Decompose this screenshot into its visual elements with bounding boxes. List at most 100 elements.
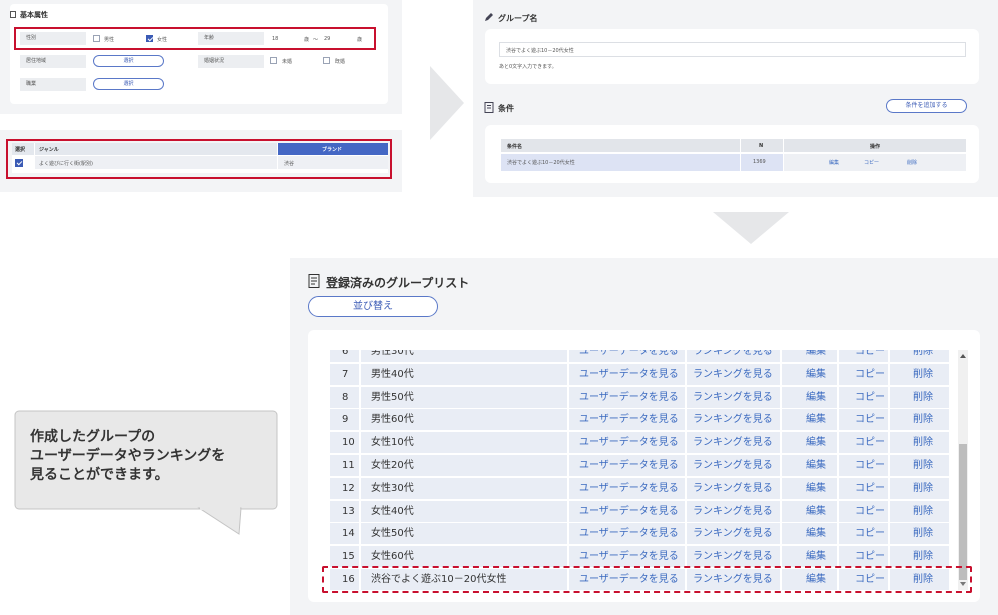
ranking-link-cell: ランキングを見る [687,386,781,409]
row-number: 13 [342,505,355,517]
user-data-link[interactable]: ユーザーデータを見る [579,387,679,409]
user-data-link-cell: ユーザーデータを見る [569,363,686,386]
edit-link-cell: 編集 [782,546,838,568]
cond-copy-link[interactable]: コピー [864,159,879,166]
row-name: 男性50代 [371,391,414,403]
delete-link[interactable]: 削除 [913,478,933,500]
user-data-link[interactable]: ユーザーデータを見る [579,478,679,500]
unmarried-checkbox[interactable] [270,57,277,64]
occupation-select-button[interactable]: 選択 [93,78,164,90]
ranking-link-cell: ランキングを見る [687,500,781,523]
row-name: 女性20代 [371,460,414,471]
copy-link[interactable]: コピー [855,432,885,454]
edit-link-cell: 編集 [782,386,838,409]
edit-link[interactable]: 編集 [806,387,826,409]
delete-link[interactable]: 削除 [913,364,933,386]
user-data-link[interactable]: ユーザーデータを見る [579,501,679,523]
user-data-link[interactable]: ユーザーデータを見る [579,432,679,454]
edit-link[interactable]: 編集 [806,501,826,523]
unmarried-label: 未婚 [282,59,293,65]
ranking-link[interactable]: ランキングを見る [693,546,773,568]
delete-link[interactable]: 削除 [913,523,933,545]
delete-link[interactable]: 削除 [913,387,933,409]
married-checkbox[interactable] [323,57,330,64]
ranking-link[interactable]: ランキングを見る [693,364,773,386]
edit-link-cell: 編集 [782,500,838,523]
copy-link[interactable]: コピー [855,455,885,477]
ranking-link-cell: ランキングを見る [687,546,781,568]
delete-link-cell: 削除 [890,363,950,386]
copy-link-cell: コピー [839,477,889,500]
edit-link[interactable]: 編集 [806,455,826,477]
copy-link[interactable]: コピー [855,546,885,568]
delete-link-cell: 削除 [890,523,950,545]
edit-link[interactable]: 編集 [806,478,826,500]
ranking-link[interactable]: ランキングを見る [693,387,773,409]
list-item: 14 女性50代 ユーザーデータを見る ランキングを見る 編集 コピー 削除 [330,523,950,545]
edit-link-cell: 編集 [782,432,838,454]
user-data-link[interactable]: ユーザーデータを見る [579,546,679,568]
region-select-button[interactable]: 選択 [93,55,164,67]
row-name-cell: 男性40代 [361,363,568,385]
row-name: 女性30代 [371,482,414,494]
copy-link[interactable]: コピー [855,478,885,500]
user-data-link[interactable]: ユーザーデータを見る [579,409,679,431]
group-name-input[interactable]: 渋谷でよく遊ぶ10－20代女性 [499,42,966,57]
copy-link[interactable]: コピー [855,409,885,431]
ranking-link[interactable]: ランキングを見る [693,501,773,523]
region-label: 居住地域 [20,55,86,68]
ranking-link[interactable]: ランキングを見る [693,523,773,545]
ranking-link-cell: ランキングを見る [687,477,781,500]
user-data-link[interactable]: ユーザーデータを見る [579,523,679,545]
row-number: 8 [342,391,349,403]
add-condition-button[interactable]: 条件を追加する [886,99,967,113]
section-title: 基本属性 [20,11,48,19]
row-number-cell: 8 [330,386,360,408]
edit-link[interactable]: 編集 [806,523,826,545]
delete-link[interactable]: 削除 [913,501,933,523]
edit-link[interactable]: 編集 [806,546,826,568]
user-data-link-cell: ユーザーデータを見る [569,386,686,409]
row-number: 12 [342,482,355,494]
delete-link[interactable]: 削除 [913,432,933,454]
scrollbar[interactable] [958,350,968,590]
cond-delete-link[interactable]: 削除 [907,159,917,166]
pencil-icon [485,13,493,21]
delete-link[interactable]: 削除 [913,455,933,477]
ranking-link[interactable]: ランキングを見る [693,478,773,500]
cond-edit-link[interactable]: 編集 [829,159,839,166]
copy-link-cell: コピー [839,432,889,454]
copy-link[interactable]: コピー [855,387,885,409]
copy-link[interactable]: コピー [855,501,885,523]
edit-link-cell: 編集 [782,523,838,545]
copy-link-cell: コピー [839,455,889,476]
row-name-cell: 男性60代 [361,409,568,431]
arrow-right-icon [430,66,464,140]
delete-link[interactable]: 削除 [913,409,933,431]
conditions-title: 条件 [498,104,514,113]
delete-link[interactable]: 削除 [913,546,933,568]
row-name-cell: 女性20代 [361,455,568,476]
edit-link[interactable]: 編集 [806,364,826,386]
scroll-up-icon[interactable] [960,354,966,358]
ranking-link[interactable]: ランキングを見る [693,432,773,454]
list-item: 11 女性20代 ユーザーデータを見る ランキングを見る 編集 コピー 削除 [330,455,950,477]
delete-link-cell: 削除 [890,386,950,409]
list-item: 7 男性40代 ユーザーデータを見る ランキングを見る 編集 コピー 削除 [330,363,950,386]
copy-link-cell: コピー [839,409,889,431]
edit-link[interactable]: 編集 [806,409,826,431]
delete-link-cell: 削除 [890,546,950,568]
user-data-link[interactable]: ユーザーデータを見る [579,455,679,477]
user-data-link[interactable]: ユーザーデータを見る [579,364,679,386]
cond-row-n: 1369 [741,154,783,171]
ranking-link-cell: ランキングを見る [687,455,781,476]
scrollbar-thumb[interactable] [959,444,967,580]
list-item: 13 女性40代 ユーザーデータを見る ランキングを見る 編集 コピー 削除 [330,500,950,523]
ranking-link[interactable]: ランキングを見る [693,409,773,431]
ranking-link[interactable]: ランキングを見る [693,455,773,477]
sort-button[interactable]: 並び替え [308,296,438,317]
row-name: 女性40代 [371,505,414,517]
edit-link[interactable]: 編集 [806,432,826,454]
copy-link[interactable]: コピー [855,364,885,386]
copy-link[interactable]: コピー [855,523,885,545]
